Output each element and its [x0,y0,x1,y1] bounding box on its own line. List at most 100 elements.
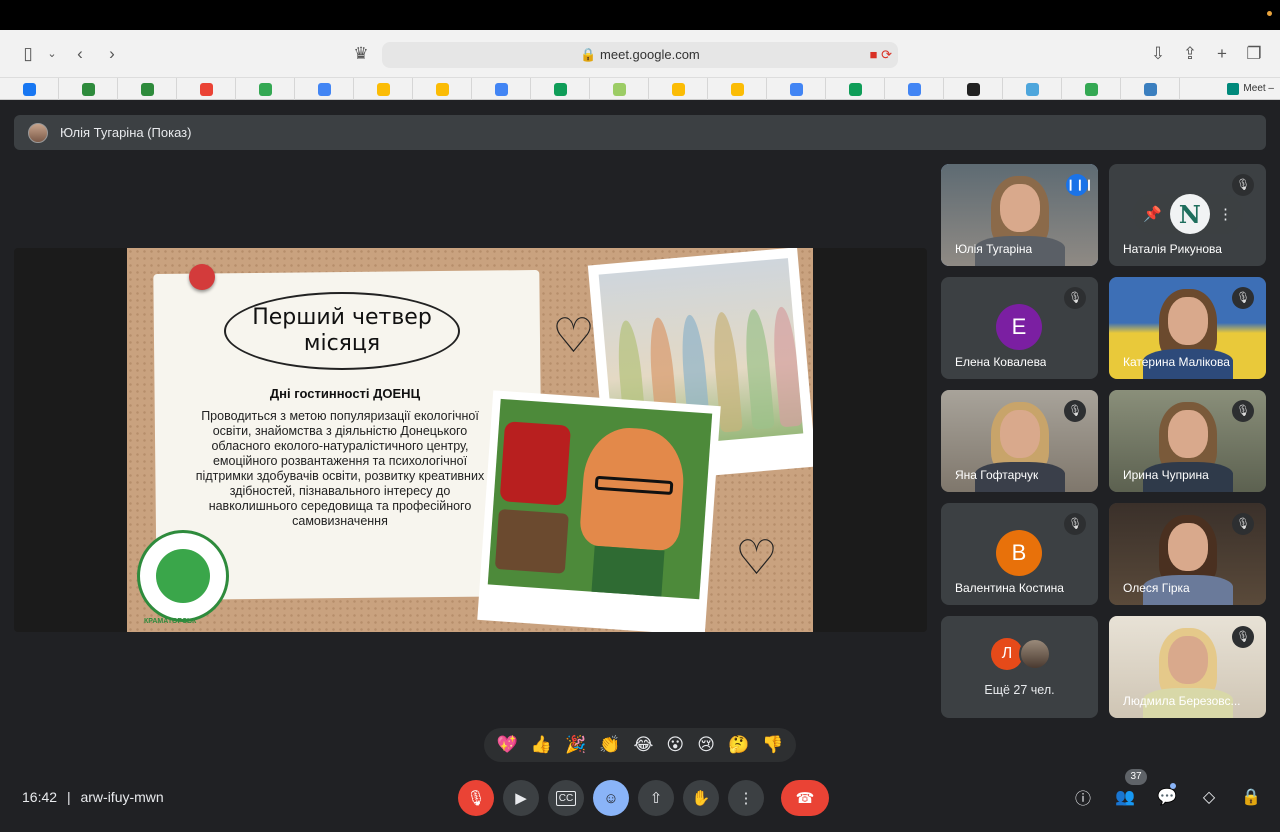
reaction-party[interactable]: 🎉 [565,735,586,755]
captions-button[interactable]: CC [548,780,584,816]
bookmark-favicon-icon [612,82,626,96]
participant-tile[interactable]: 🎙 Людмила Березовс... [1109,616,1266,718]
pushpin [189,264,215,290]
sidebar-icon[interactable]: ▯ [16,42,40,66]
bookmark-item[interactable] [177,78,236,100]
mic-off-icon: 🎙 [466,790,486,807]
bookmark-item[interactable] [944,78,1003,100]
reaction-thumbs-down[interactable]: 👎 [762,735,783,755]
bookmark-item[interactable] [118,78,177,100]
bookmark-favicon-icon [494,82,508,96]
reaction-clap[interactable]: 👏 [599,735,620,755]
lock-icon: 🔒 [580,47,597,62]
activities-button[interactable]: ◇ [1194,782,1224,812]
more-participants-tile[interactable]: Л Ещё 27 чел. [941,616,1098,718]
mic-off-icon: 🎙 [1064,287,1086,309]
meeting-info: 16:42 | arw-ifuy-mwn [22,789,164,805]
bookmark-item[interactable] [1062,78,1121,100]
bookmark-item[interactable] [649,78,708,100]
bookmark-favicon-icon [553,82,567,96]
extension-icon[interactable]: ♛ [349,42,373,66]
people-button[interactable]: 👥 [1110,782,1140,812]
bookmark-item[interactable] [885,78,944,100]
participant-tile[interactable]: 🎙 Олеся Гірка [1109,503,1266,605]
avatar: В [996,530,1042,576]
bookmark-item[interactable] [531,78,590,100]
bookmark-item[interactable] [0,78,59,100]
participant-tile[interactable]: 🎙 Яна Гофтарчук [941,390,1098,492]
presenter-bar: Юлія Тугаріна (Показ) [14,115,1266,150]
address-bar[interactable]: 🔒 meet.google.com ■ ⟳ [382,42,898,68]
tile-controls: 📌 N ⋮ [1133,194,1243,234]
download-icon[interactable]: ⇩ [1146,42,1170,66]
chat-button[interactable]: 💬 [1152,782,1182,812]
participant-tile[interactable]: Е 🎙 Елена Ковалева [941,277,1098,379]
bookmark-favicon-icon [140,82,154,96]
bookmark-item[interactable] [708,78,767,100]
bookmark-item[interactable] [59,78,118,100]
participant-name: Яна Гофтарчук [955,468,1039,482]
chat-icon: 💬 [1157,789,1177,806]
clock-time: 16:42 [22,789,58,805]
more-options-button[interactable]: ⋮ [728,780,764,816]
center-logo [137,530,229,622]
leave-call-button[interactable]: ☎ [781,780,829,816]
reaction-thumbs-up[interactable]: 👍 [531,735,552,755]
forward-icon[interactable]: › [100,42,124,66]
back-icon[interactable]: ‹ [68,42,92,66]
separator: | [66,789,71,805]
reaction-joy[interactable]: 😂 [633,735,653,755]
reaction-sad[interactable]: 😢 [697,735,715,755]
shapes-icon: ◇ [1202,789,1216,806]
mic-off-icon: 🎙 [1232,626,1254,648]
bookmark-item[interactable] [767,78,826,100]
participant-tile[interactable]: ❙❙❙ Юлія Тугаріна [941,164,1098,266]
tabs-overview-icon[interactable]: ❐ [1242,42,1266,66]
participant-tile[interactable]: 🎙 Катерина Малікова [1109,277,1266,379]
slide-title-line1: Перший четвер [252,305,432,330]
host-controls-button[interactable]: 🔒 [1236,782,1266,812]
participant-tile[interactable]: 🎙 Ирина Чуприна [1109,390,1266,492]
speaking-indicator-icon: ❙❙❙ [1066,174,1094,196]
present-button[interactable]: ⇧ [638,780,674,816]
bookmark-item[interactable] [826,78,885,100]
present-icon: ⇧ [649,790,663,807]
presentation-slide: Перший четвер місяця Дні гостинності ДОЕ… [127,248,813,632]
reaction-surprised[interactable]: 😮 [666,735,684,755]
participant-tile[interactable]: В 🎙 Валентина Костина [941,503,1098,605]
presenter-avatar [28,122,48,143]
bookmark-item[interactable] [1003,78,1062,100]
mic-toggle-button[interactable]: 🎙 [458,780,494,816]
bookmark-favicon-icon [1084,82,1098,96]
participant-name: Елена Ковалева [955,355,1047,369]
emoji-button[interactable]: ☺ [593,780,629,816]
bookmark-item[interactable] [236,78,295,100]
reaction-sparkling-heart[interactable]: 💖 [497,735,518,755]
bookmark-favicon-icon [1143,82,1157,96]
camera-toggle-button[interactable]: ▶ [503,780,539,816]
bookmark-favicon-icon [789,82,803,96]
bookmark-item[interactable] [413,78,472,100]
bookmark-item[interactable] [590,78,649,100]
participant-tile[interactable]: 🎙 📌 N ⋮ Наталія Рикунова [1109,164,1266,266]
call-controls: 🎙 ▶ CC ☺ ⇧ ✋ ⋮ ☎ [458,780,829,816]
bookmark-item[interactable] [354,78,413,100]
bookmark-item[interactable] [295,78,354,100]
camera-active-icon[interactable]: ■ ⟳ [870,42,892,68]
mic-off-icon: 🎙 [1232,513,1254,535]
mic-off-icon: 🎙 [1232,174,1254,196]
new-tab-icon[interactable]: + [1210,42,1234,66]
bookmark-item[interactable] [1121,78,1180,100]
side-controls: ⓘ 👥 💬 ◇ 🔒 [1068,782,1266,812]
raise-hand-button[interactable]: ✋ [683,780,719,816]
reaction-thinking[interactable]: 🤔 [728,735,749,755]
info-button[interactable]: ⓘ [1068,782,1098,812]
chevron-down-icon[interactable]: ⌄ [40,42,64,66]
mic-off-icon: 🎙 [1064,513,1086,535]
bookmark-meet-tab[interactable]: Meet – [1180,78,1280,99]
pin-icon[interactable]: 📌 [1143,205,1162,223]
share-icon[interactable]: ⇪ [1178,42,1202,66]
more-options-icon[interactable]: ⋮ [1218,205,1233,223]
bookmark-favicon-icon [258,82,272,96]
bookmark-item[interactable] [472,78,531,100]
